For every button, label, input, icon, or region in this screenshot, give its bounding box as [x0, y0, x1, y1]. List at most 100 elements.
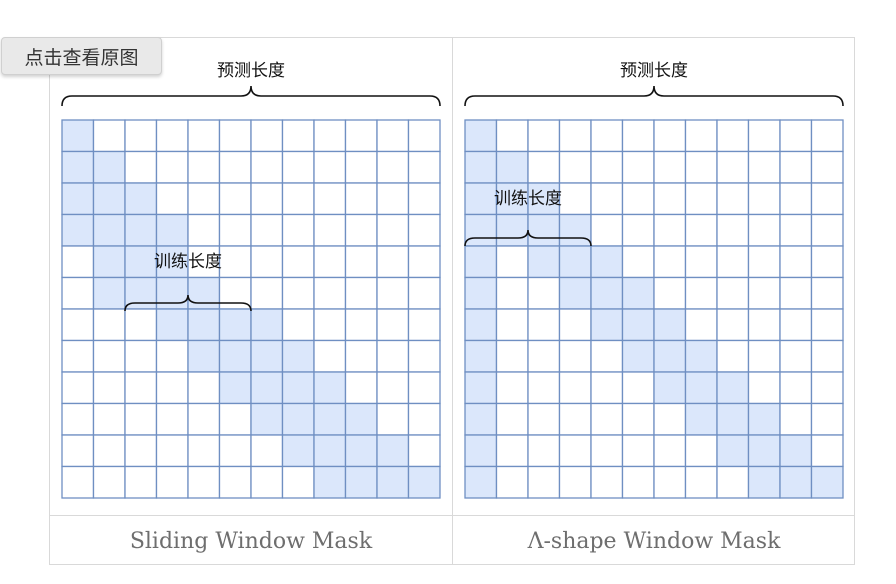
mask-cell-empty [558, 434, 592, 468]
mask-cell-empty [124, 119, 158, 153]
mask-cell-empty [810, 308, 844, 342]
mask-cell-filled [61, 119, 95, 153]
mask-cell-filled [621, 276, 655, 310]
mask-cell-empty [250, 182, 284, 216]
mask-cell-empty [653, 276, 687, 310]
mask-cell-filled [344, 402, 378, 436]
mask-cell-filled [590, 276, 624, 310]
mask-cell-empty [407, 182, 441, 216]
mask-cell-empty [376, 339, 410, 373]
mask-cell-filled [621, 339, 655, 373]
mask-cell-empty [590, 339, 624, 373]
mask-cell-filled [684, 339, 718, 373]
mask-cell-filled [250, 308, 284, 342]
mask-cell-filled [684, 371, 718, 405]
mask-cell-empty [124, 339, 158, 373]
mask-cell-empty [747, 371, 781, 405]
mask-cell-empty [407, 245, 441, 279]
mask-cell-filled [558, 276, 592, 310]
mask-cell-empty [155, 119, 189, 153]
mask-cell-empty [495, 119, 529, 153]
mask-cell-empty [779, 276, 813, 310]
mask-cell-filled [747, 465, 781, 499]
mask-cell-empty [250, 245, 284, 279]
mask-cell-empty [313, 276, 347, 310]
mask-cell-empty [313, 245, 347, 279]
mask-cell-empty [187, 213, 221, 247]
mask-cell-empty [124, 402, 158, 436]
mask-cell-empty [779, 308, 813, 342]
mask-cell-empty [155, 371, 189, 405]
sliding-window-panel: 预测长度 训练长度 [50, 38, 452, 515]
mask-cell-filled [527, 213, 561, 247]
mask-cell-empty [747, 308, 781, 342]
mask-cell-filled [464, 182, 498, 216]
mask-cell-filled [281, 402, 315, 436]
mask-cell-filled [281, 434, 315, 468]
mask-cell-empty [527, 465, 561, 499]
mask-cell-empty [250, 119, 284, 153]
mask-cell-empty [155, 402, 189, 436]
mask-cell-empty [124, 308, 158, 342]
mask-cell-filled [61, 213, 95, 247]
mask-cell-filled [747, 402, 781, 436]
mask-cell-filled [779, 465, 813, 499]
mask-cell-empty [684, 213, 718, 247]
mask-cell-filled [124, 182, 158, 216]
mask-cell-empty [124, 434, 158, 468]
mask-cell-empty [344, 119, 378, 153]
mask-cell-empty [747, 182, 781, 216]
mask-cell-empty [747, 339, 781, 373]
mask-cell-empty [810, 434, 844, 468]
mask-cell-filled [464, 434, 498, 468]
mask-cell-filled [464, 371, 498, 405]
caption-divider [50, 515, 854, 516]
mask-cell-empty [779, 150, 813, 184]
mask-cell-empty [495, 245, 529, 279]
mask-cell-empty [495, 434, 529, 468]
mask-cell-empty [92, 434, 126, 468]
mask-cell-empty [376, 276, 410, 310]
mask-cell-empty [621, 434, 655, 468]
mask-cell-filled [779, 434, 813, 468]
mask-cell-empty [376, 182, 410, 216]
mask-cell-filled [464, 213, 498, 247]
mask-cell-empty [61, 276, 95, 310]
mask-cell-filled [187, 308, 221, 342]
mask-cell-empty [281, 245, 315, 279]
mask-cell-filled [653, 339, 687, 373]
mask-cell-empty [124, 371, 158, 405]
mask-cell-empty [684, 276, 718, 310]
mask-cell-empty [810, 150, 844, 184]
mask-cell-empty [407, 213, 441, 247]
mask-cell-empty [527, 402, 561, 436]
mask-cell-filled [344, 434, 378, 468]
mask-cell-empty [779, 119, 813, 153]
mask-cell-empty [495, 339, 529, 373]
mask-cell-empty [621, 465, 655, 499]
mask-cell-empty [61, 371, 95, 405]
mask-cell-empty [653, 213, 687, 247]
mask-cell-empty [716, 150, 750, 184]
mask-cell-filled [464, 465, 498, 499]
mask-cell-filled [92, 213, 126, 247]
predict-length-brace [464, 85, 844, 107]
mask-cell-empty [747, 150, 781, 184]
mask-cell-filled [464, 276, 498, 310]
mask-cell-filled [464, 150, 498, 184]
mask-cell-empty [684, 119, 718, 153]
mask-cell-empty [558, 150, 592, 184]
mask-cell-empty [61, 245, 95, 279]
mask-cell-filled [313, 402, 347, 436]
mask-cell-empty [810, 213, 844, 247]
view-original-button[interactable]: 点击查看原图 [1, 37, 162, 75]
comparison-table: 预测长度 训练长度 预测长度 训练长度 Sliding Window Mask … [49, 37, 855, 565]
mask-cell-filled [464, 119, 498, 153]
mask-cell-empty [61, 402, 95, 436]
mask-cell-filled [464, 402, 498, 436]
mask-cell-empty [590, 402, 624, 436]
mask-cell-filled [281, 371, 315, 405]
mask-cell-filled [558, 213, 592, 247]
mask-cell-filled [810, 465, 844, 499]
mask-cell-empty [344, 339, 378, 373]
